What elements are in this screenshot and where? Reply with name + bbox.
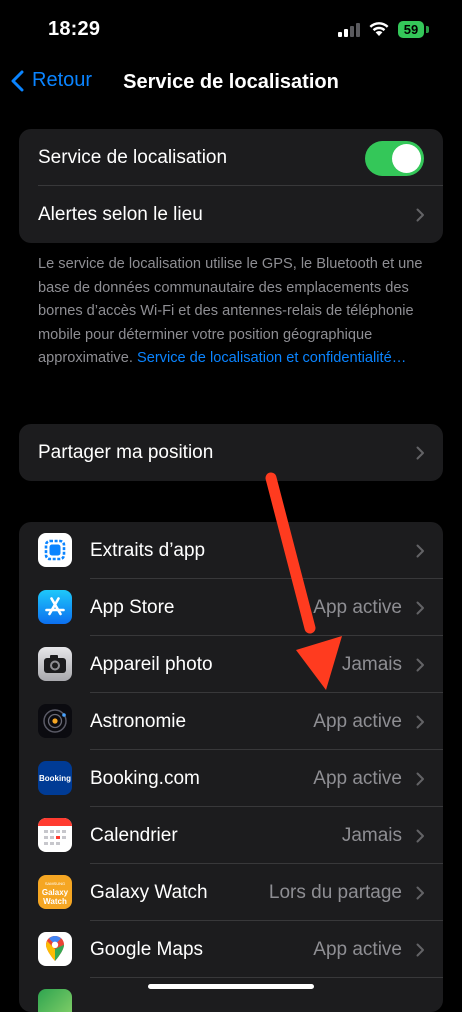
camera-icon [38,647,72,681]
location-services-label: Service de localisation [38,146,228,168]
galaxy-watch-icon: SAMSUNG Galaxy Watch [38,875,72,909]
galaxy-logo-line2: Watch [43,896,67,906]
booking-logo-text: Booking [39,773,71,783]
wifi-icon [369,22,389,36]
galaxy-logo-line1: Galaxy [41,887,69,897]
app-row-calendar[interactable]: Calendrier Jamais [19,807,443,864]
chevron-right-icon [416,544,424,557]
app-row-extraits[interactable]: Extraits d’app [19,522,443,579]
share-location-group: Partager ma position [19,424,443,481]
google-maps-icon [38,932,72,966]
chevron-right-icon [416,715,424,728]
share-location-label: Partager ma position [38,441,214,463]
location-alerts-row[interactable]: Alertes selon le lieu [19,186,443,243]
app-row-astronomy[interactable]: Astronomie App active [19,693,443,750]
location-alerts-label: Alertes selon le lieu [38,203,203,225]
apps-group: Extraits d’app App Store App active Appa… [19,522,443,1012]
chevron-right-icon [416,208,424,221]
app-row-galaxy-watch[interactable]: SAMSUNG Galaxy Watch Galaxy Watch Lors d… [19,864,443,921]
page-title: Service de localisation [123,71,339,93]
cellular-signal-icon [338,23,362,37]
chevron-right-icon [416,772,424,785]
app-name: Astronomie [90,710,187,732]
location-footnote: Le service de localisation utilise le GP… [38,253,428,371]
app-name: Appareil photo [90,653,213,675]
app-permission: Jamais [341,824,402,846]
chevron-right-icon [416,601,424,614]
app-name: Extraits d’app [90,539,206,561]
app-name: Booking.com [90,767,200,789]
app-name: Galaxy Watch [90,881,208,903]
share-location-row[interactable]: Partager ma position [19,424,443,481]
app-permission: App active [313,596,402,618]
location-services-row: Service de localisation [19,129,443,186]
app-permission: Jamais [341,653,402,675]
app-clips-icon [38,533,72,567]
app-row-camera[interactable]: Appareil photo Jamais [19,636,443,693]
battery-tip [426,26,429,33]
battery-level: 59 [403,22,419,37]
location-services-toggle[interactable] [365,141,424,176]
app-name: App Store [90,596,175,618]
app-name: Calendrier [90,824,178,846]
chevron-right-icon [416,829,424,842]
toggle-knob [392,144,421,173]
app-row-booking[interactable]: Booking Booking.com App active [19,750,443,807]
home-indicator[interactable] [148,984,314,989]
app-permission: App active [313,938,402,960]
location-settings-group: Service de localisation Alertes selon le… [19,129,443,243]
booking-icon: Booking [38,761,72,795]
app-row-google-maps[interactable]: Google Maps App active [19,921,443,978]
status-bar: 18:29 59 [0,0,462,60]
app-store-icon [38,590,72,624]
battery-icon: 59 [398,21,424,38]
chevron-right-icon [416,886,424,899]
app-permission: Lors du partage [268,881,402,903]
chevron-right-icon [416,446,424,459]
app-permission: App active [313,767,402,789]
chevron-right-icon [416,658,424,671]
partial-app-icon [38,989,72,1012]
app-row-app-store[interactable]: App Store App active [19,579,443,636]
privacy-link[interactable]: Service de localisation et confidentiali… [137,350,406,366]
app-name: Google Maps [90,938,204,960]
status-time: 18:29 [48,18,101,40]
app-permission: App active [313,710,402,732]
chevron-right-icon [416,943,424,956]
calendar-icon [38,818,72,852]
navigation-bar: Retour Service de localisation [0,60,462,104]
galaxy-brand-text: SAMSUNG [44,880,66,886]
astronomy-icon [38,704,72,738]
